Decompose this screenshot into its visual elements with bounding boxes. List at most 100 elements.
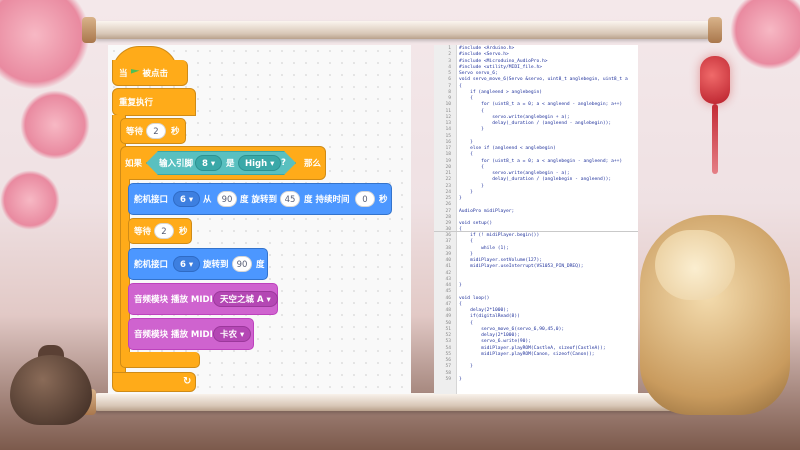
code-text: delay(2*1000); xyxy=(459,308,509,313)
digital-read-condition[interactable]: 输入引脚 8 ▾ 是 High ▾ ? xyxy=(146,151,296,175)
when-flag-clicked-block[interactable]: 当 被点击 xyxy=(112,60,188,86)
rotate-to-label: 旋转到 xyxy=(203,260,229,270)
code-text: { xyxy=(459,320,473,326)
rotate-unit: 度 xyxy=(256,260,265,270)
chevron-down-icon: ▾ xyxy=(239,330,245,340)
code-text: else if (angleend < anglebegin) xyxy=(459,146,556,151)
question-mark: ? xyxy=(281,158,286,168)
code-text: for (uint8_t a = 0; a < angleend - angle… xyxy=(459,102,623,108)
code-text: midiPlayer.playROM(CastleA, sizeof(Castl… xyxy=(459,345,606,351)
play-midi-block[interactable]: 音频模块 播放 MIDI 卡农 ▾ xyxy=(128,318,254,350)
code-text: } xyxy=(459,196,462,201)
play-midi-label: 音频模块 播放 MIDI xyxy=(134,330,213,340)
level-value: High xyxy=(245,159,268,169)
code-text: { xyxy=(459,96,473,101)
code-text: delay(_duration / (anglebegin - angleend… xyxy=(459,177,612,183)
cherry-blossom-decoration xyxy=(730,0,800,70)
wait-seconds-input[interactable]: 2 xyxy=(146,123,166,139)
then-label: 那么 xyxy=(304,159,322,169)
code-text: { xyxy=(459,164,484,170)
code-text: Servo servo_6; xyxy=(459,71,498,76)
code-editor-panel[interactable]: 1 #include <Arduino.h> 2 #include <Servo.h>… xyxy=(434,45,638,394)
code-editor-bottom[interactable]: 36 if (! midiPlayer.begin()) 37 {38 while… xyxy=(434,232,638,394)
forever-block-footer[interactable]: ↻ xyxy=(112,372,196,392)
bear-face-illustration xyxy=(655,230,735,300)
code-text: servo.write(anglebegin - a); xyxy=(459,171,570,176)
cherry-blossom-decoration xyxy=(0,170,60,230)
lantern-tassel-decoration xyxy=(712,104,718,174)
wait-block[interactable]: 等待 2 秒 xyxy=(120,118,186,144)
to-angle-input[interactable]: 45 xyxy=(280,191,300,207)
code-text: servo_6.write(90); xyxy=(459,339,531,345)
code-text: } xyxy=(459,364,473,370)
code-text: void servo_move_6(Servo &servo, uint8_t … xyxy=(459,77,628,83)
if-label: 如果 xyxy=(125,159,143,169)
code-text: delay(2*1000); xyxy=(459,333,520,338)
red-lantern-decoration xyxy=(700,56,730,104)
play-midi-block[interactable]: 音频模块 播放 MIDI 天空之城 A ▾ xyxy=(128,283,278,315)
servo-move-block[interactable]: 舵机接口 6 ▾ 从 90 度 旋转到 45 度 持续时间 0 秒 xyxy=(128,183,392,215)
level-dropdown[interactable]: High ▾ xyxy=(238,155,282,171)
code-text: } xyxy=(459,376,462,382)
code-text: #include <Servo.h> xyxy=(459,52,509,58)
wait-unit: 秒 xyxy=(179,227,188,237)
song-dropdown[interactable]: 卡农 ▾ xyxy=(213,326,252,342)
code-editor-top[interactable]: 1 #include <Arduino.h> 2 #include <Servo.h>… xyxy=(434,45,638,232)
code-text: AudioPro midiPlayer; xyxy=(459,208,515,214)
code-text: if (angleend > anglebegin) xyxy=(459,89,542,95)
hat-prefix: 当 xyxy=(119,68,128,79)
teapot-decoration xyxy=(10,355,92,425)
chevron-down-icon: ▾ xyxy=(270,159,275,169)
code-text: { xyxy=(459,83,462,89)
cherry-blossom-decoration xyxy=(20,90,90,160)
code-text: void setup() xyxy=(459,221,493,226)
code-text: { xyxy=(459,108,484,114)
duration-label: 度 持续时间 xyxy=(304,195,350,205)
input-pin-label: 输入引脚 xyxy=(159,159,194,169)
code-text: } xyxy=(459,251,473,257)
pin-value: 8 xyxy=(202,159,208,169)
code-text: servo_move_6(servo_6,90,45,0); xyxy=(459,326,565,332)
code-text: } xyxy=(459,189,473,195)
code-text: } xyxy=(459,183,484,189)
servo-rotate-block[interactable]: 舵机接口 6 ▾ 旋转到 90 度 xyxy=(128,248,268,280)
play-midi-label: 音频模块 播放 MIDI xyxy=(134,295,213,305)
code-text: midiPlayer.setVolume(127); xyxy=(459,258,542,263)
loop-arrow-icon: ↻ xyxy=(183,376,192,387)
servo-port-value: 6 xyxy=(180,195,186,205)
servo-port-value: 6 xyxy=(180,260,186,270)
forever-block[interactable]: 重复执行 xyxy=(112,88,196,116)
from-angle-input[interactable]: 90 xyxy=(217,191,237,207)
wait-label: 等待 xyxy=(134,227,152,237)
code-text: midiPlayer.playROM(Canon, sizeof(Canon))… xyxy=(459,351,595,357)
forever-label: 重复执行 xyxy=(119,98,154,108)
duration-input[interactable]: 0 xyxy=(355,191,375,207)
code-line[interactable]: 59} xyxy=(434,377,638,383)
scroll-rod-top xyxy=(90,21,715,39)
wait-unit: 秒 xyxy=(171,127,180,137)
code-text: while (1); xyxy=(459,245,509,251)
wait-block[interactable]: 等待 2 秒 xyxy=(128,218,192,244)
code-text: servo.write(anglebegin + a); xyxy=(459,114,570,120)
servo-port-label: 舵机接口 xyxy=(134,195,169,205)
line-number: 59 xyxy=(445,376,451,382)
servo-port-dropdown[interactable]: 6 ▾ xyxy=(173,256,201,272)
code-text: #include <utility/MIDI_file.h> xyxy=(459,64,542,70)
code-text: #include <Microduino_AudioPro.h> xyxy=(459,58,548,64)
servo-port-dropdown[interactable]: 6 ▾ xyxy=(173,191,201,207)
code-text: midiPlayer.useInterrupt(VS1053_PIN_DREQ)… xyxy=(459,264,584,270)
is-label: 是 xyxy=(226,159,235,169)
scroll-cap xyxy=(82,17,96,43)
code-text: for (uint8_t a = 0; a < anglebegin - ang… xyxy=(459,158,623,164)
if-block-footer xyxy=(120,352,200,368)
scroll-cap xyxy=(708,17,722,43)
song-dropdown[interactable]: 天空之城 A ▾ xyxy=(213,291,278,307)
hat-suffix: 被点击 xyxy=(142,68,169,79)
rotate-angle-input[interactable]: 90 xyxy=(232,256,252,272)
wait-seconds-input[interactable]: 2 xyxy=(154,223,174,239)
code-text: if (! midiPlayer.begin()) xyxy=(459,233,540,238)
pin-dropdown[interactable]: 8 ▾ xyxy=(195,155,223,171)
code-text: if(digitalRead(8)) xyxy=(459,314,520,320)
rotate-to-label: 度 旋转到 xyxy=(240,195,277,205)
code-text: } xyxy=(459,139,473,145)
